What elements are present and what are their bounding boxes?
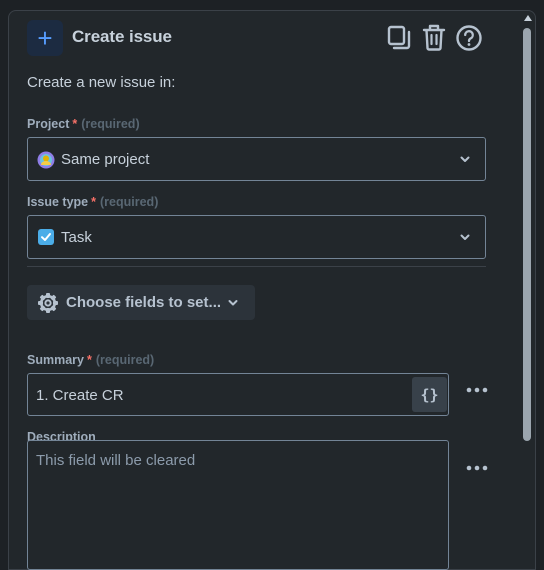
issue-type-label-row: Issue type * (required) (27, 195, 158, 209)
smart-value-button[interactable]: {} (412, 377, 447, 412)
choose-fields-button[interactable]: Choose fields to set... (27, 285, 255, 320)
required-mark: * (86, 353, 92, 367)
copy-icon[interactable] (385, 23, 413, 53)
chevron-down-icon (460, 156, 470, 162)
summary-label-row: Summary * (required) (27, 353, 154, 367)
project-label-row: Project * (required) (27, 117, 140, 131)
help-icon[interactable] (455, 23, 483, 53)
required-mark: * (72, 117, 78, 131)
project-select[interactable]: Same project (27, 137, 486, 181)
intro-text: Create a new issue in: (27, 74, 176, 91)
issue-type-value: Task (61, 229, 92, 246)
issue-type-label: Issue type (27, 195, 89, 209)
plus-symbol: + (37, 23, 53, 53)
summary-label: Summary (27, 353, 84, 367)
task-checkbox-icon (38, 229, 54, 245)
divider (27, 266, 486, 267)
choose-fields-label: Choose fields to set... (66, 294, 222, 311)
summary-input[interactable]: 1. Create CR {} (27, 373, 449, 416)
required-text: (required) (81, 117, 140, 131)
description-input[interactable]: This field will be cleared (27, 440, 449, 570)
gear-icon (38, 293, 58, 313)
required-text: (required) (95, 353, 155, 367)
issue-type-select[interactable]: Task (27, 215, 486, 259)
chevron-down-icon (460, 234, 470, 240)
panel-title: Create issue (72, 27, 172, 46)
scroll-up-arrow-icon[interactable] (524, 15, 532, 21)
project-label: Project (27, 117, 70, 131)
more-options-icon[interactable] (465, 384, 489, 396)
trash-icon[interactable] (420, 23, 448, 53)
more-options-icon[interactable] (465, 462, 489, 474)
plus-icon: + (27, 20, 63, 56)
project-value: Same project (61, 151, 150, 168)
scrollbar-thumb[interactable] (523, 28, 531, 441)
chevron-down-icon (228, 300, 238, 306)
summary-value: 1. Create CR (36, 387, 124, 404)
project-avatar-icon (37, 151, 55, 169)
required-text: (required) (100, 195, 159, 209)
description-placeholder: This field will be cleared (36, 452, 196, 469)
required-mark: * (91, 195, 97, 209)
panel-header: + Create issue (27, 20, 487, 56)
